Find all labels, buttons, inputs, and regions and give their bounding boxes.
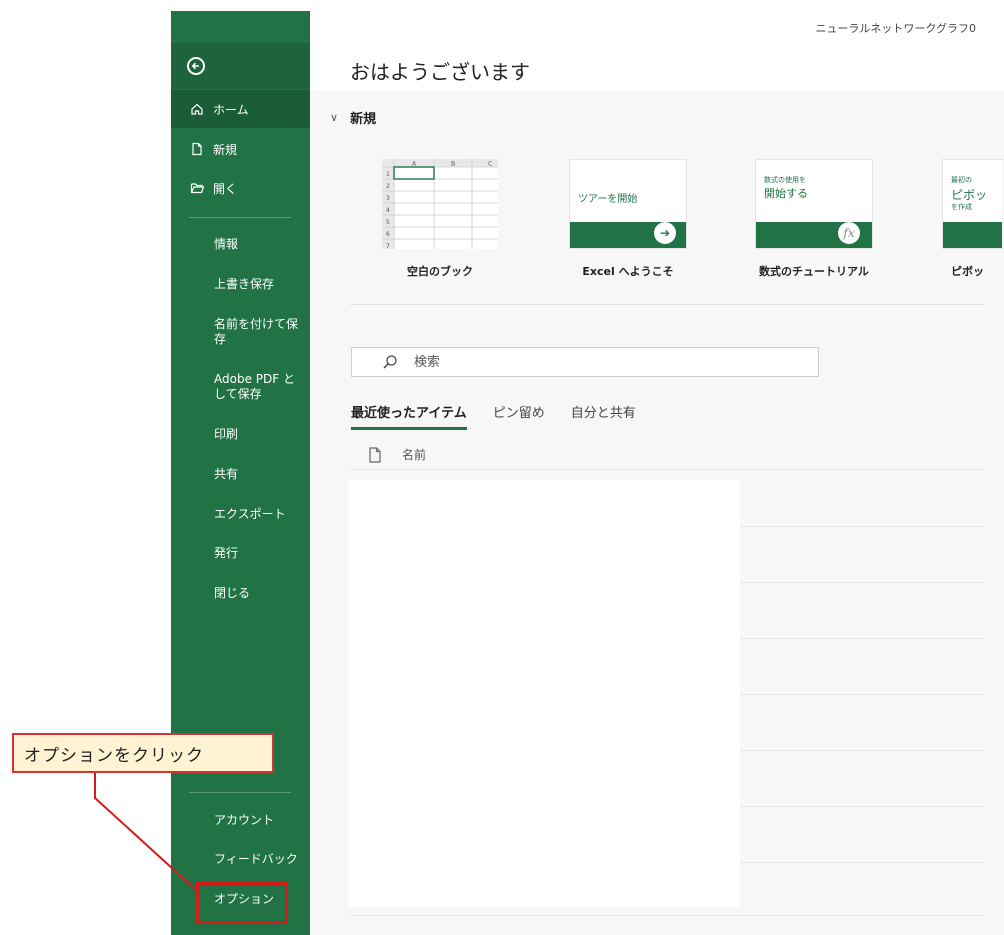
annotation-callout: オプションをクリック (12, 733, 274, 773)
annotation-leader-line (94, 773, 197, 891)
options-highlight-box (196, 882, 288, 924)
